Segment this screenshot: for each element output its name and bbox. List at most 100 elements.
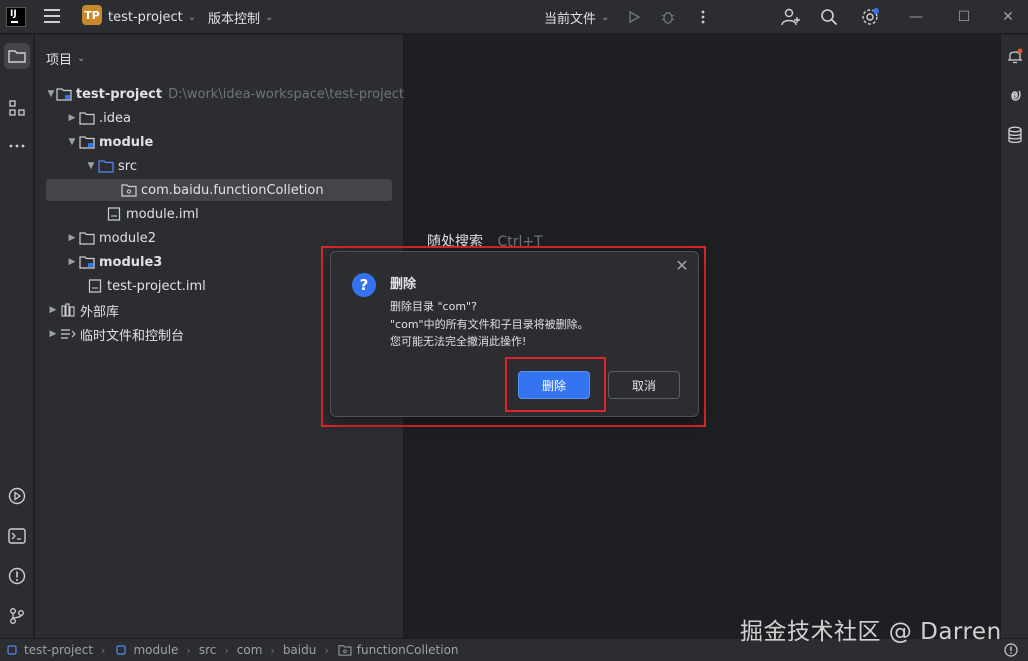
- problems-tool-button[interactable]: [4, 563, 30, 589]
- app-logo[interactable]: IJ: [6, 7, 26, 27]
- maximize-button[interactable]: ☐: [944, 0, 984, 34]
- scratches-icon: [60, 327, 76, 341]
- source-folder-icon: [98, 159, 114, 173]
- project-selector[interactable]: test-project ⌄: [108, 0, 196, 34]
- tree-item-module[interactable]: ▼ module: [35, 131, 404, 153]
- gear-icon: [862, 8, 879, 25]
- chevron-right-icon[interactable]: ▶: [46, 329, 60, 339]
- git-tool-button[interactable]: [4, 603, 30, 629]
- minimize-button[interactable]: —: [896, 0, 936, 34]
- git-branch-icon: [10, 608, 24, 624]
- close-window-button[interactable]: ✕: [988, 0, 1028, 34]
- package-icon: [121, 183, 137, 197]
- maximize-icon: ☐: [957, 9, 971, 25]
- tree-item-label: com.baidu.functionColletion: [141, 182, 324, 198]
- chevron-right-icon: ›: [186, 643, 191, 657]
- chevron-right-icon: ›: [324, 643, 329, 657]
- chevron-down-icon: ⌄: [77, 53, 86, 64]
- tree-item-label: 外部库: [80, 304, 120, 320]
- module-folder-icon: [56, 87, 72, 101]
- tree-item-test-project[interactable]: ▼ test-project D:\work\idea-workspace\te…: [35, 83, 404, 105]
- settings-button[interactable]: [860, 0, 880, 34]
- tree-item-src[interactable]: ▼ src: [35, 155, 404, 177]
- project-tool-button[interactable]: [4, 43, 30, 69]
- services-tool-button[interactable]: [4, 483, 30, 509]
- chevron-right-icon[interactable]: ▶: [65, 233, 79, 243]
- dialog-title: 删除: [390, 277, 417, 292]
- tree-item-label: module2: [99, 230, 156, 246]
- breadcrumb-item[interactable]: baidu: [283, 643, 317, 657]
- tree-item-label: test-project.iml: [107, 278, 206, 294]
- status-info-button[interactable]: [1004, 643, 1018, 660]
- add-user-icon: [781, 8, 800, 26]
- more-actions-button[interactable]: [700, 0, 706, 34]
- database-button[interactable]: [1004, 124, 1026, 146]
- run-button[interactable]: [627, 0, 641, 34]
- run-services-icon: [8, 487, 26, 505]
- tree-item-label: module: [99, 134, 154, 150]
- chevron-right-icon: ›: [224, 643, 229, 657]
- project-panel-header[interactable]: 项目 ⌄: [46, 49, 85, 68]
- breadcrumb-item[interactable]: functionColletion: [357, 643, 459, 657]
- file-icon: [87, 279, 103, 293]
- more-horizontal-icon: [9, 144, 25, 148]
- chevron-down-icon[interactable]: ▼: [65, 137, 79, 147]
- more-vertical-icon: [701, 10, 705, 24]
- dialog-message-line: 您可能无法完全撤消此操作!: [390, 335, 527, 348]
- module-icon: [113, 643, 129, 657]
- module-folder-icon: [79, 135, 95, 149]
- structure-icon: [9, 100, 25, 116]
- question-icon: ?: [352, 273, 376, 297]
- tree-item-label: module3: [99, 254, 163, 270]
- library-icon: [60, 303, 76, 317]
- cancel-button[interactable]: 取消: [608, 371, 680, 399]
- vcs-label: 版本控制: [208, 11, 261, 27]
- project-path: D:\work\idea-workspace\test-project: [168, 86, 404, 102]
- notifications-button[interactable]: [1004, 45, 1026, 67]
- file-icon: [106, 207, 122, 221]
- dialog-message-line: 删除目录 "com"?: [390, 300, 477, 313]
- chevron-right-icon: ›: [270, 643, 275, 657]
- folder-icon: [79, 111, 95, 125]
- structure-tool-button[interactable]: [4, 95, 30, 121]
- bug-icon: [661, 11, 675, 24]
- bell-icon: [1008, 48, 1023, 64]
- search-icon: [821, 9, 838, 26]
- run-config-selector[interactable]: 当前文件 ⌄: [544, 0, 609, 34]
- project-badge[interactable]: TP: [82, 5, 102, 25]
- breadcrumb: test-project › module › src › com › baid…: [4, 643, 459, 657]
- module-icon: [4, 643, 20, 657]
- project-name: test-project: [108, 9, 183, 25]
- run-icon: [629, 10, 641, 24]
- breadcrumb-item[interactable]: com: [237, 643, 263, 657]
- terminal-tool-button[interactable]: [4, 523, 30, 549]
- tree-item-module-iml[interactable]: module.iml: [35, 203, 404, 225]
- tree-item-package-selected[interactable]: com.baidu.functionColletion: [46, 179, 392, 201]
- folder-icon: [8, 50, 26, 63]
- tree-item-label: .idea: [99, 110, 131, 126]
- chevron-right-icon[interactable]: ▶: [65, 257, 79, 267]
- breadcrumb-item[interactable]: module: [133, 643, 178, 657]
- right-tool-strip: [1000, 35, 1028, 638]
- chevron-down-icon: ⌄: [265, 11, 274, 23]
- tree-item-idea[interactable]: ▶ .idea: [35, 107, 404, 129]
- close-icon[interactable]: ✕: [674, 256, 690, 275]
- search-button[interactable]: [820, 0, 838, 34]
- chevron-down-icon[interactable]: ▼: [46, 89, 56, 99]
- chevron-right-icon[interactable]: ▶: [46, 305, 60, 315]
- dialog-message-line: "com"中的所有文件和子目录将被删除。: [390, 318, 589, 331]
- chevron-right-icon[interactable]: ▶: [65, 113, 79, 123]
- main-menu-icon[interactable]: [44, 9, 60, 23]
- debug-button[interactable]: [660, 0, 676, 34]
- tree-item-label: src: [118, 158, 137, 174]
- close-icon: ✕: [1002, 9, 1014, 25]
- watermark: 掘金技术社区 @ Darren: [740, 619, 1002, 645]
- breadcrumb-item[interactable]: test-project: [24, 643, 93, 657]
- add-user-button[interactable]: [781, 0, 801, 34]
- ai-assistant-button[interactable]: [1004, 85, 1026, 107]
- more-tools-button[interactable]: [4, 133, 30, 159]
- vcs-menu[interactable]: 版本控制 ⌄: [208, 0, 273, 34]
- chevron-down-icon[interactable]: ▼: [84, 161, 98, 171]
- warning-circle-icon: [8, 567, 26, 585]
- breadcrumb-item[interactable]: src: [199, 643, 217, 657]
